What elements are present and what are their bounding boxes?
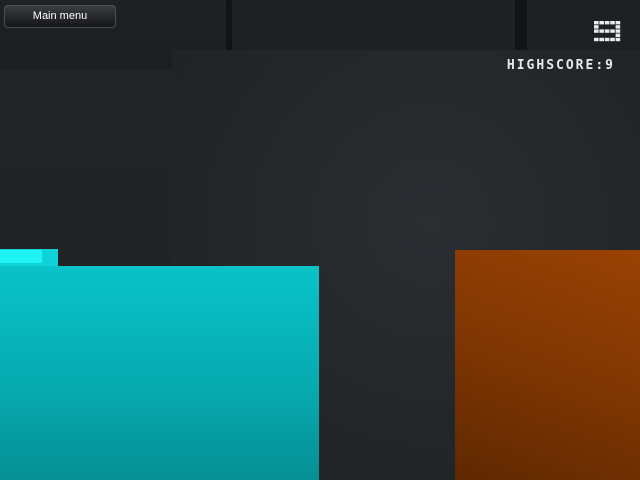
score-pixel — [604, 29, 610, 33]
score-pixel — [599, 29, 604, 33]
background-panel — [527, 0, 640, 50]
highscore-value: 9 — [605, 58, 615, 73]
score-pixel-digit — [594, 21, 621, 42]
score-pixel — [615, 25, 621, 29]
score-pixel — [599, 37, 604, 42]
main-menu-button[interactable]: Main menu — [4, 5, 116, 28]
score-pixel — [594, 21, 599, 25]
score-pixel — [599, 21, 604, 25]
score-pixel — [610, 37, 615, 42]
score-pixel — [610, 29, 615, 33]
score-pixel — [604, 21, 610, 25]
score-pixel — [604, 37, 610, 42]
highscore-label: HIGHSCORE — [506, 58, 596, 73]
score-pixel — [594, 37, 599, 42]
score-pixel — [594, 29, 599, 33]
current-score: 9 — [594, 21, 621, 42]
score-pixel — [615, 29, 621, 33]
score-pixel — [610, 21, 615, 25]
highscore-display: HIGHSCORE:9 — [507, 58, 615, 73]
cyan-platform — [0, 266, 319, 480]
background-seam — [515, 0, 527, 50]
game-stage[interactable]: Main menu HIGHSCORE:9 9 — [0, 0, 640, 480]
score-pixel — [615, 37, 621, 42]
highscore-separator: : — [595, 58, 606, 73]
score-pixel — [615, 21, 621, 25]
orange-obstacle — [455, 250, 640, 480]
score-pixel — [615, 33, 621, 37]
player-cube-highlight — [0, 250, 42, 263]
background-panel — [232, 0, 515, 50]
score-pixel — [594, 25, 599, 29]
